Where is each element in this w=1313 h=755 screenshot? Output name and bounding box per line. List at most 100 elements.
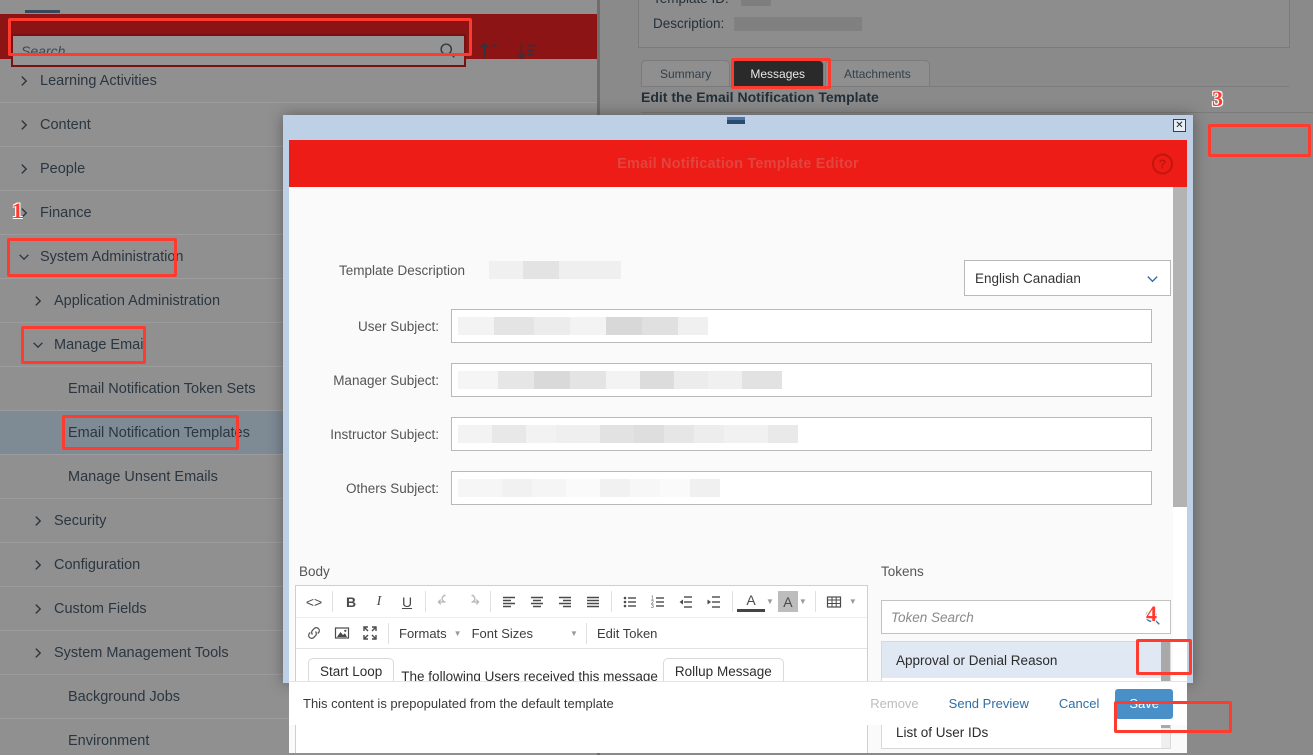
- align-right-icon[interactable]: [551, 588, 579, 615]
- scrollbar-thumb[interactable]: [1173, 187, 1187, 507]
- template-info-box: Template ID: Description:: [638, 0, 1290, 48]
- content-tabs: Summary Messages Attachments: [641, 60, 931, 86]
- body-label: Body: [299, 564, 330, 579]
- edit-token-button[interactable]: Edit Token: [591, 626, 663, 641]
- outdent-icon[interactable]: [672, 588, 700, 615]
- sidebar-item-label: Configuration: [54, 556, 141, 573]
- button-label: Remove: [870, 696, 919, 711]
- align-left-icon[interactable]: [495, 588, 523, 615]
- language-value: English Canadian: [975, 270, 1081, 286]
- close-icon[interactable]: ✕: [1173, 119, 1186, 132]
- sidebar-item-label: Application Administration: [54, 292, 221, 309]
- send-preview-button[interactable]: Send Preview: [934, 688, 1043, 719]
- tokens-label: Tokens: [881, 564, 924, 579]
- help-icon[interactable]: ?: [1152, 153, 1173, 174]
- field-input[interactable]: [451, 363, 1152, 397]
- field-label: Manager Subject:: [333, 372, 439, 388]
- cancel-button[interactable]: Cancel: [1044, 688, 1114, 719]
- sidebar-item-label: Custom Fields: [54, 600, 147, 617]
- footer-note: This content is prepopulated from the de…: [303, 696, 614, 711]
- editor-toolbar-row-2: Formats ▼ Font Sizes ▼ Edit Token: [296, 617, 867, 648]
- chevron-right-icon[interactable]: [8, 206, 40, 220]
- sidebar-item-label: Environment: [68, 732, 150, 749]
- field-input[interactable]: [451, 471, 1152, 505]
- chevron-right-icon[interactable]: [22, 646, 54, 660]
- dialog-vertical-scrollbar[interactable]: [1173, 187, 1187, 681]
- underline-icon[interactable]: U: [393, 588, 421, 615]
- search-icon[interactable]: [1144, 609, 1161, 626]
- table-icon[interactable]: [820, 588, 848, 615]
- button-label: Save: [1129, 696, 1159, 711]
- chevron-down-icon[interactable]: ▼: [849, 597, 857, 606]
- language-select[interactable]: English Canadian: [964, 260, 1171, 296]
- tab-messages[interactable]: Messages: [731, 60, 825, 86]
- undo-icon[interactable]: [430, 588, 458, 615]
- formats-dropdown[interactable]: Formats: [393, 626, 453, 641]
- italic-icon[interactable]: I: [365, 588, 393, 615]
- dialog-header: Email Notification Template Editor ?: [289, 140, 1187, 187]
- token-list-item[interactable]: Approval or Denial Reason: [882, 642, 1170, 678]
- chevron-down-icon[interactable]: [8, 250, 40, 264]
- search-icon[interactable]: [439, 42, 456, 59]
- sidebar-item-label: System Administration: [40, 248, 184, 265]
- link-icon[interactable]: [300, 620, 328, 647]
- token-search-input[interactable]: Token Search: [881, 600, 1171, 634]
- font-sizes-dropdown[interactable]: Font Sizes: [466, 626, 569, 641]
- chevron-down-icon[interactable]: ▼: [570, 629, 578, 638]
- editor-toolbar: <> B I U 1 2 3 A ▼ A ▼ ▼ Formats ▼ Font …: [296, 586, 867, 649]
- bullet-list-icon[interactable]: [616, 588, 644, 615]
- rich-text-editor: <> B I U 1 2 3 A ▼ A ▼ ▼ Formats ▼ Font …: [295, 585, 868, 753]
- minimize-icon[interactable]: [727, 117, 745, 124]
- dialog-body: Template Description English Canadian Us…: [289, 187, 1187, 753]
- remove-button: Remove: [856, 688, 933, 719]
- fullscreen-icon[interactable]: [356, 620, 384, 647]
- chevron-right-icon[interactable]: [22, 514, 54, 528]
- sidebar-item-label: System Management Tools: [54, 644, 229, 661]
- bold-icon[interactable]: B: [337, 588, 365, 615]
- indent-icon[interactable]: [700, 588, 728, 615]
- field-input[interactable]: [451, 417, 1152, 451]
- field-label: Instructor Subject:: [330, 426, 439, 442]
- page-title-divider: [641, 112, 1313, 113]
- dialog-title: Email Notification Template Editor: [617, 155, 859, 172]
- numbered-list-icon[interactable]: 123: [644, 588, 672, 615]
- chevron-right-icon[interactable]: [22, 602, 54, 616]
- chevron-down-icon[interactable]: [22, 338, 54, 352]
- manager-subject-row: Manager Subject:: [315, 363, 1152, 397]
- editor-toolbar-row-1: <> B I U 1 2 3 A ▼ A ▼ ▼: [296, 586, 867, 617]
- token-label: Approval or Denial Reason: [896, 652, 1058, 668]
- save-button[interactable]: Save: [1115, 688, 1173, 719]
- field-input[interactable]: [451, 309, 1152, 343]
- align-center-icon[interactable]: [523, 588, 551, 615]
- footer-buttons: Remove Send Preview Cancel Save: [856, 688, 1173, 719]
- sidebar-item-label: Manage Unsent Emails: [68, 468, 218, 485]
- tab-label: Attachments: [844, 66, 911, 81]
- instructor-subject-row: Instructor Subject:: [315, 417, 1152, 451]
- chevron-down-icon[interactable]: ▼: [799, 597, 807, 606]
- image-icon[interactable]: [328, 620, 356, 647]
- chevron-down-icon[interactable]: ▼: [766, 597, 774, 606]
- chevron-right-icon[interactable]: [22, 294, 54, 308]
- description-label: Description:: [653, 16, 725, 31]
- source-code-icon[interactable]: <>: [300, 588, 328, 615]
- tabs-underline: [641, 86, 1289, 87]
- redo-icon[interactable]: [458, 588, 486, 615]
- tab-label: Messages: [750, 66, 806, 81]
- token-search-placeholder: Token Search: [891, 609, 974, 625]
- chevron-right-icon[interactable]: [22, 558, 54, 572]
- chevron-right-icon[interactable]: [8, 118, 40, 132]
- background-color-icon[interactable]: A: [777, 591, 798, 612]
- sidebar-item-label: Background Jobs: [68, 688, 181, 705]
- chevron-right-icon[interactable]: [8, 74, 40, 88]
- tab-summary[interactable]: Summary: [641, 60, 731, 86]
- template-id-label: Template ID:: [653, 0, 729, 6]
- template-id-row: Template ID:: [653, 0, 771, 7]
- template-description-value[interactable]: [489, 261, 621, 279]
- align-justify-icon[interactable]: [579, 588, 607, 615]
- page-title: Edit the Email Notification Template: [641, 89, 879, 105]
- text-color-icon[interactable]: A: [737, 591, 765, 612]
- chevron-right-icon[interactable]: [8, 162, 40, 176]
- chevron-down-icon[interactable]: ▼: [454, 629, 462, 638]
- sidebar-item-learning-activities[interactable]: Learning Activities: [0, 59, 597, 103]
- tab-attachments[interactable]: Attachments: [825, 60, 930, 86]
